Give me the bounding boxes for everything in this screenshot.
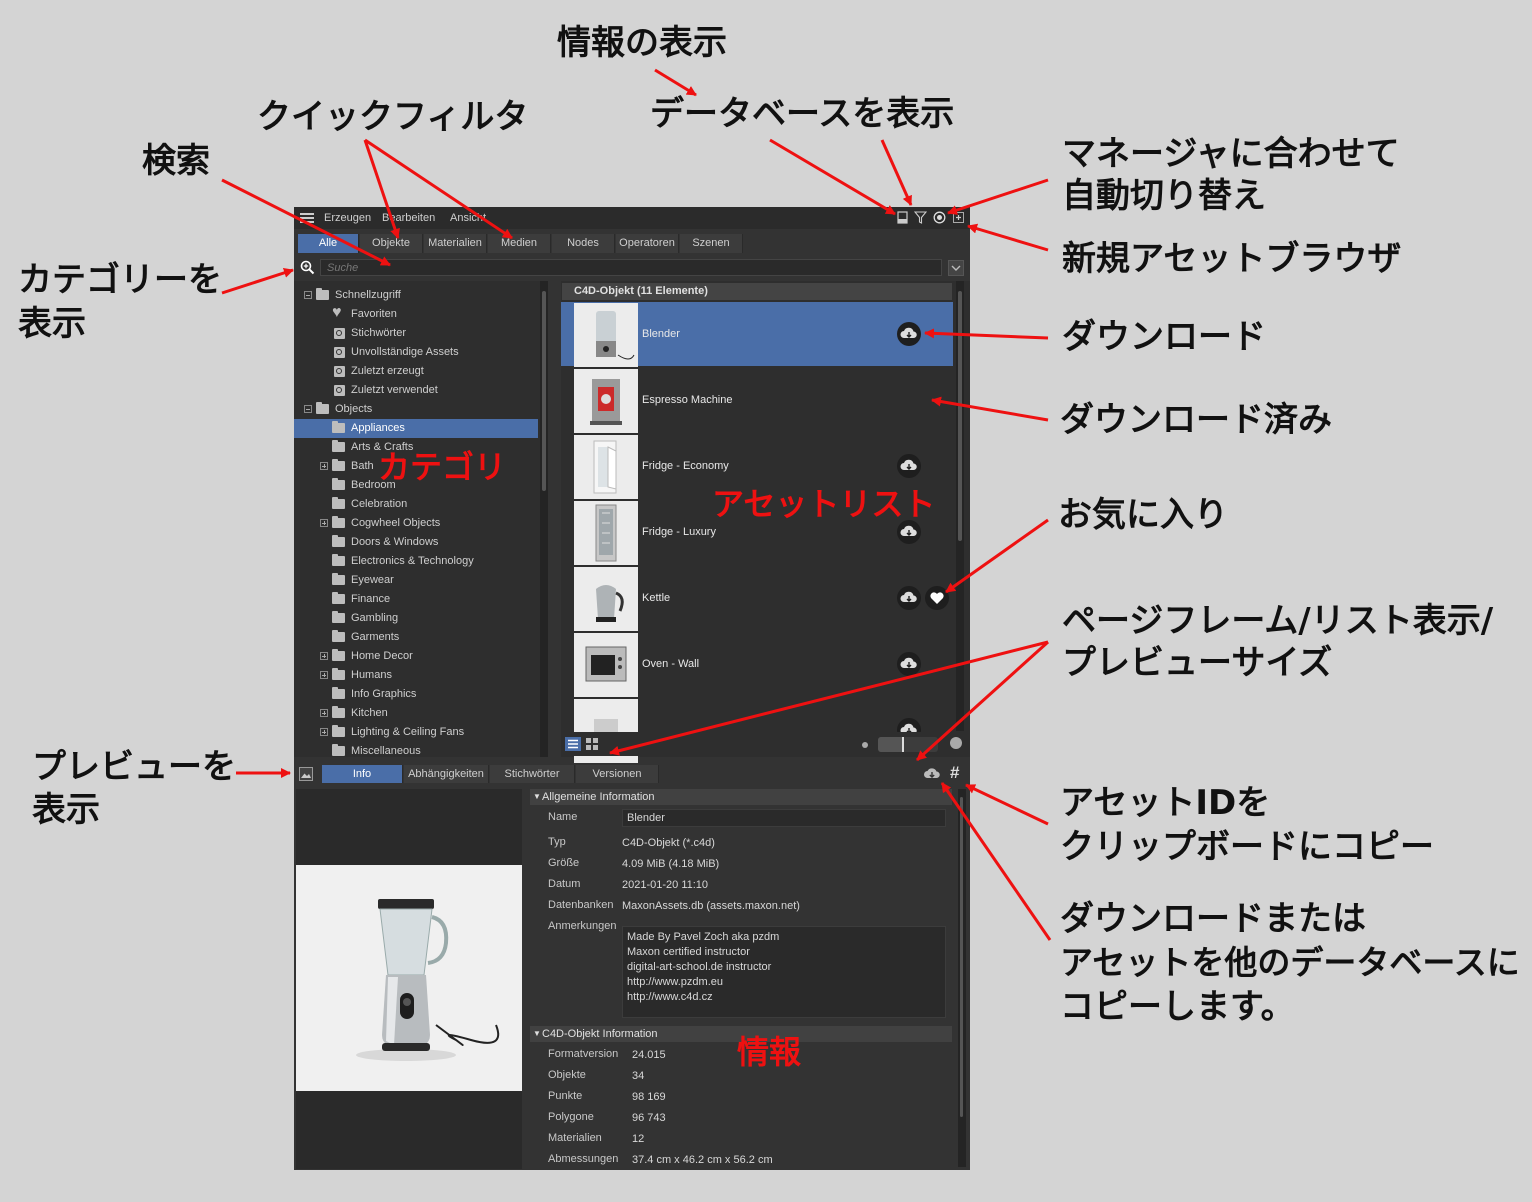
arrow-show-database-1 — [769, 138, 896, 216]
arrow-auto-switch — [947, 178, 1049, 215]
arrow-favorite — [945, 518, 1049, 594]
arrow-search — [221, 178, 391, 267]
arrow-show-database-2 — [880, 139, 913, 206]
arrow-copy-db — [940, 782, 1052, 941]
arrow-downloaded — [931, 396, 1049, 422]
arrow-quick-filter-1 — [363, 139, 400, 239]
arrow-page-frame-1 — [609, 640, 1049, 756]
arrow-new-browser — [967, 223, 1049, 252]
annotation-arrows — [221, 68, 1052, 941]
arrow-show-categories — [221, 268, 294, 295]
arrow-info-display — [654, 68, 697, 97]
arrow-copy-id — [965, 783, 1049, 826]
arrow-quick-filter-2 — [364, 138, 513, 240]
arrow-download — [924, 328, 1049, 340]
